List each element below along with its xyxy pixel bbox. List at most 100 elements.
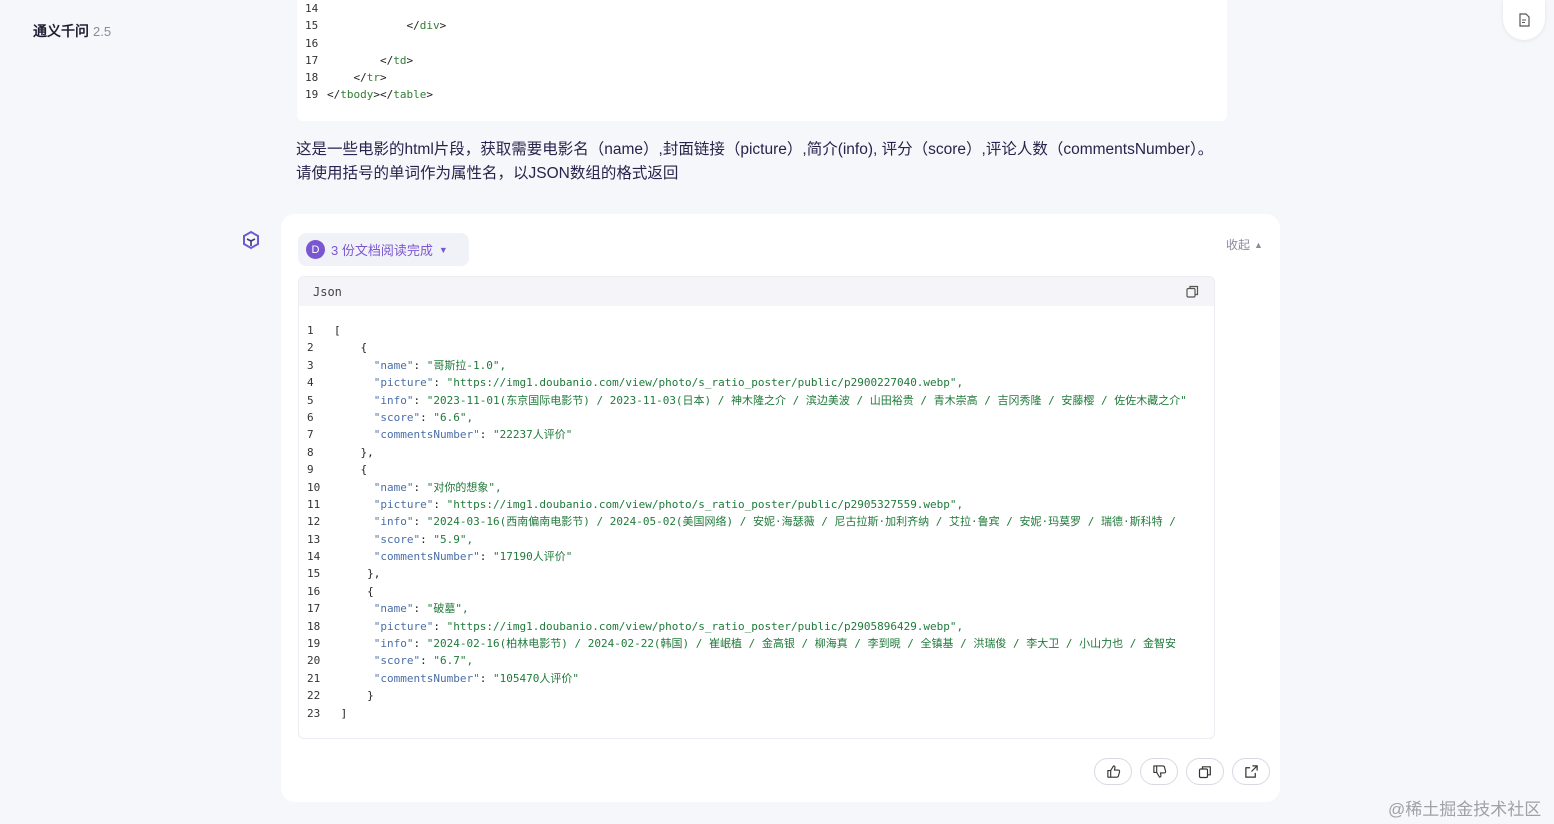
qwen-logo-icon <box>239 229 263 253</box>
app-brand: 通义千问 2.5 <box>33 21 111 41</box>
json-text: "score": "6.7", <box>373 654 474 668</box>
json-text: "picture": "https://img1.doubanio.com/vi… <box>373 376 964 390</box>
json-text: "picture": "https://img1.doubanio.com/vi… <box>373 619 964 633</box>
json-line: 23 ] <box>299 705 1214 722</box>
like-button[interactable] <box>1094 758 1132 785</box>
json-line: 11 "picture": "https://img1.doubanio.com… <box>299 496 1214 513</box>
line-number: 15 <box>307 567 321 581</box>
line-number: 16 <box>307 584 321 598</box>
json-line: 4 "picture": "https://img1.doubanio.com/… <box>299 374 1214 391</box>
document-panel-button[interactable] <box>1503 0 1545 40</box>
json-text: }, <box>334 445 374 459</box>
json-text: "commentsNumber": "105470人评价" <box>373 671 579 685</box>
json-line: 22 } <box>299 687 1214 704</box>
line-number: 12 <box>307 515 321 529</box>
json-line: 5 "info": "2023-11-01(东京国际电影节) / 2023-11… <box>299 392 1214 409</box>
thumbs-up-icon <box>1106 765 1120 778</box>
json-text: [ <box>334 324 341 337</box>
line-number: 14 <box>307 550 321 564</box>
collapse-label: 收起 <box>1226 238 1251 252</box>
json-text: "score": "6.6", <box>373 410 474 424</box>
line-number: 21 <box>307 671 321 685</box>
dislike-button[interactable] <box>1140 758 1178 785</box>
json-text: }, <box>334 567 381 581</box>
line-number: 6 <box>307 410 314 424</box>
code-line: 15 </div> <box>297 17 1227 34</box>
json-line: 6 "score": "6.6", <box>299 409 1214 426</box>
code-line: 16 <box>297 35 1227 52</box>
json-text: "name": "破墓", <box>373 602 469 616</box>
json-line: 3 "name": "哥斯拉-1.0", <box>299 357 1214 374</box>
line-number: 20 <box>307 654 321 668</box>
doc-chip-label: 3 份文档阅读完成 <box>331 243 433 258</box>
json-text: { <box>334 584 374 598</box>
json-line: 9 { <box>299 461 1214 478</box>
brand-version: 2.5 <box>93 24 112 39</box>
json-line: 21 "commentsNumber": "105470人评价" <box>299 670 1214 687</box>
line-number: 19 <box>305 88 319 102</box>
copy-code-button[interactable] <box>1184 284 1200 300</box>
line-number: 2 <box>307 341 314 355</box>
line-number: 14 <box>305 2 319 15</box>
collapse-button[interactable]: 收起 ▲ <box>1226 236 1263 253</box>
json-line: 12 "info": "2024-03-16(西南偏南电影节) / 2024-0… <box>299 513 1214 530</box>
code-language-label: Json <box>313 284 342 299</box>
chevron-down-icon: ▼ <box>438 244 448 255</box>
json-line: 7 "commentsNumber": "22237人评价" <box>299 426 1214 443</box>
watermark: @稀土掘金技术社区 <box>1388 800 1542 819</box>
json-text: "commentsNumber": "22237人评价" <box>373 428 573 442</box>
copy-icon <box>1198 765 1211 778</box>
documents-read-chip[interactable]: D 3 份文档阅读完成 ▼ <box>298 233 469 266</box>
json-text: "name": "对你的想象", <box>373 480 502 494</box>
line-number: 13 <box>307 532 321 546</box>
json-text: { <box>334 341 368 355</box>
code-text: </tr> <box>327 71 387 85</box>
line-number: 9 <box>307 463 314 477</box>
json-text: "info": "2024-02-16(柏林电影节) / 2024-02-22(… <box>373 637 1176 651</box>
json-line: 10 "name": "对你的想象", <box>299 479 1214 496</box>
json-text: } <box>334 689 374 703</box>
json-text: "score": "5.9", <box>373 532 474 546</box>
document-icon <box>1519 13 1530 27</box>
json-line: 17 "name": "破墓", <box>299 600 1214 617</box>
line-number: 7 <box>307 428 314 442</box>
line-number: 5 <box>307 393 314 407</box>
code-text: </tbody></table> <box>327 88 433 102</box>
line-number: 11 <box>307 497 321 511</box>
line-number: 16 <box>305 36 319 50</box>
share-icon <box>1244 765 1258 778</box>
thumbs-down-icon <box>1152 765 1166 778</box>
user-code-block: 14 15 </div> 16 17 </td> 18 </tr> 19 </tbody><… <box>297 0 1227 121</box>
json-line: 1[ <box>299 322 1214 339</box>
json-text: "info": "2024-03-16(西南偏南电影节) / 2024-05-0… <box>373 515 1176 529</box>
json-line: 2 { <box>299 339 1214 356</box>
copy-icon <box>1185 285 1198 298</box>
json-line: 15 }, <box>299 565 1214 582</box>
line-number: 18 <box>305 71 319 85</box>
line-number: 8 <box>307 445 314 459</box>
json-line: 19 "info": "2024-02-16(柏林电影节) / 2024-02-… <box>299 635 1214 652</box>
json-text: "commentsNumber": "17190人评价" <box>373 550 573 564</box>
line-number: 23 <box>307 706 321 720</box>
json-text: ] <box>334 706 348 720</box>
answer-actions <box>1094 758 1270 785</box>
json-text: { <box>334 463 368 477</box>
line-number: 15 <box>305 19 319 33</box>
doc-badge: D <box>306 240 325 259</box>
copy-button[interactable] <box>1186 758 1224 785</box>
brand-name: 通义千问 <box>33 23 89 39</box>
line-number: 10 <box>307 480 321 494</box>
json-line: 8 }, <box>299 444 1214 461</box>
line-number: 18 <box>307 619 321 633</box>
user-question: 这是一些电影的html片段，获取需要电影名（name）,封面链接（picture… <box>296 141 1214 182</box>
json-text: "info": "2023-11-01(东京国际电影节) / 2023-11-0… <box>373 393 1187 407</box>
json-line: 13 "score": "5.9", <box>299 531 1214 548</box>
line-number: 4 <box>307 376 314 390</box>
code-line: 14 <box>297 0 1227 17</box>
chevron-up-icon: ▲ <box>1254 239 1263 250</box>
code-line: 17 </td> <box>297 52 1227 69</box>
share-button[interactable] <box>1232 758 1270 785</box>
json-line: 20 "score": "6.7", <box>299 652 1214 669</box>
line-number: 22 <box>307 689 321 703</box>
json-text: "name": "哥斯拉-1.0", <box>373 358 507 372</box>
